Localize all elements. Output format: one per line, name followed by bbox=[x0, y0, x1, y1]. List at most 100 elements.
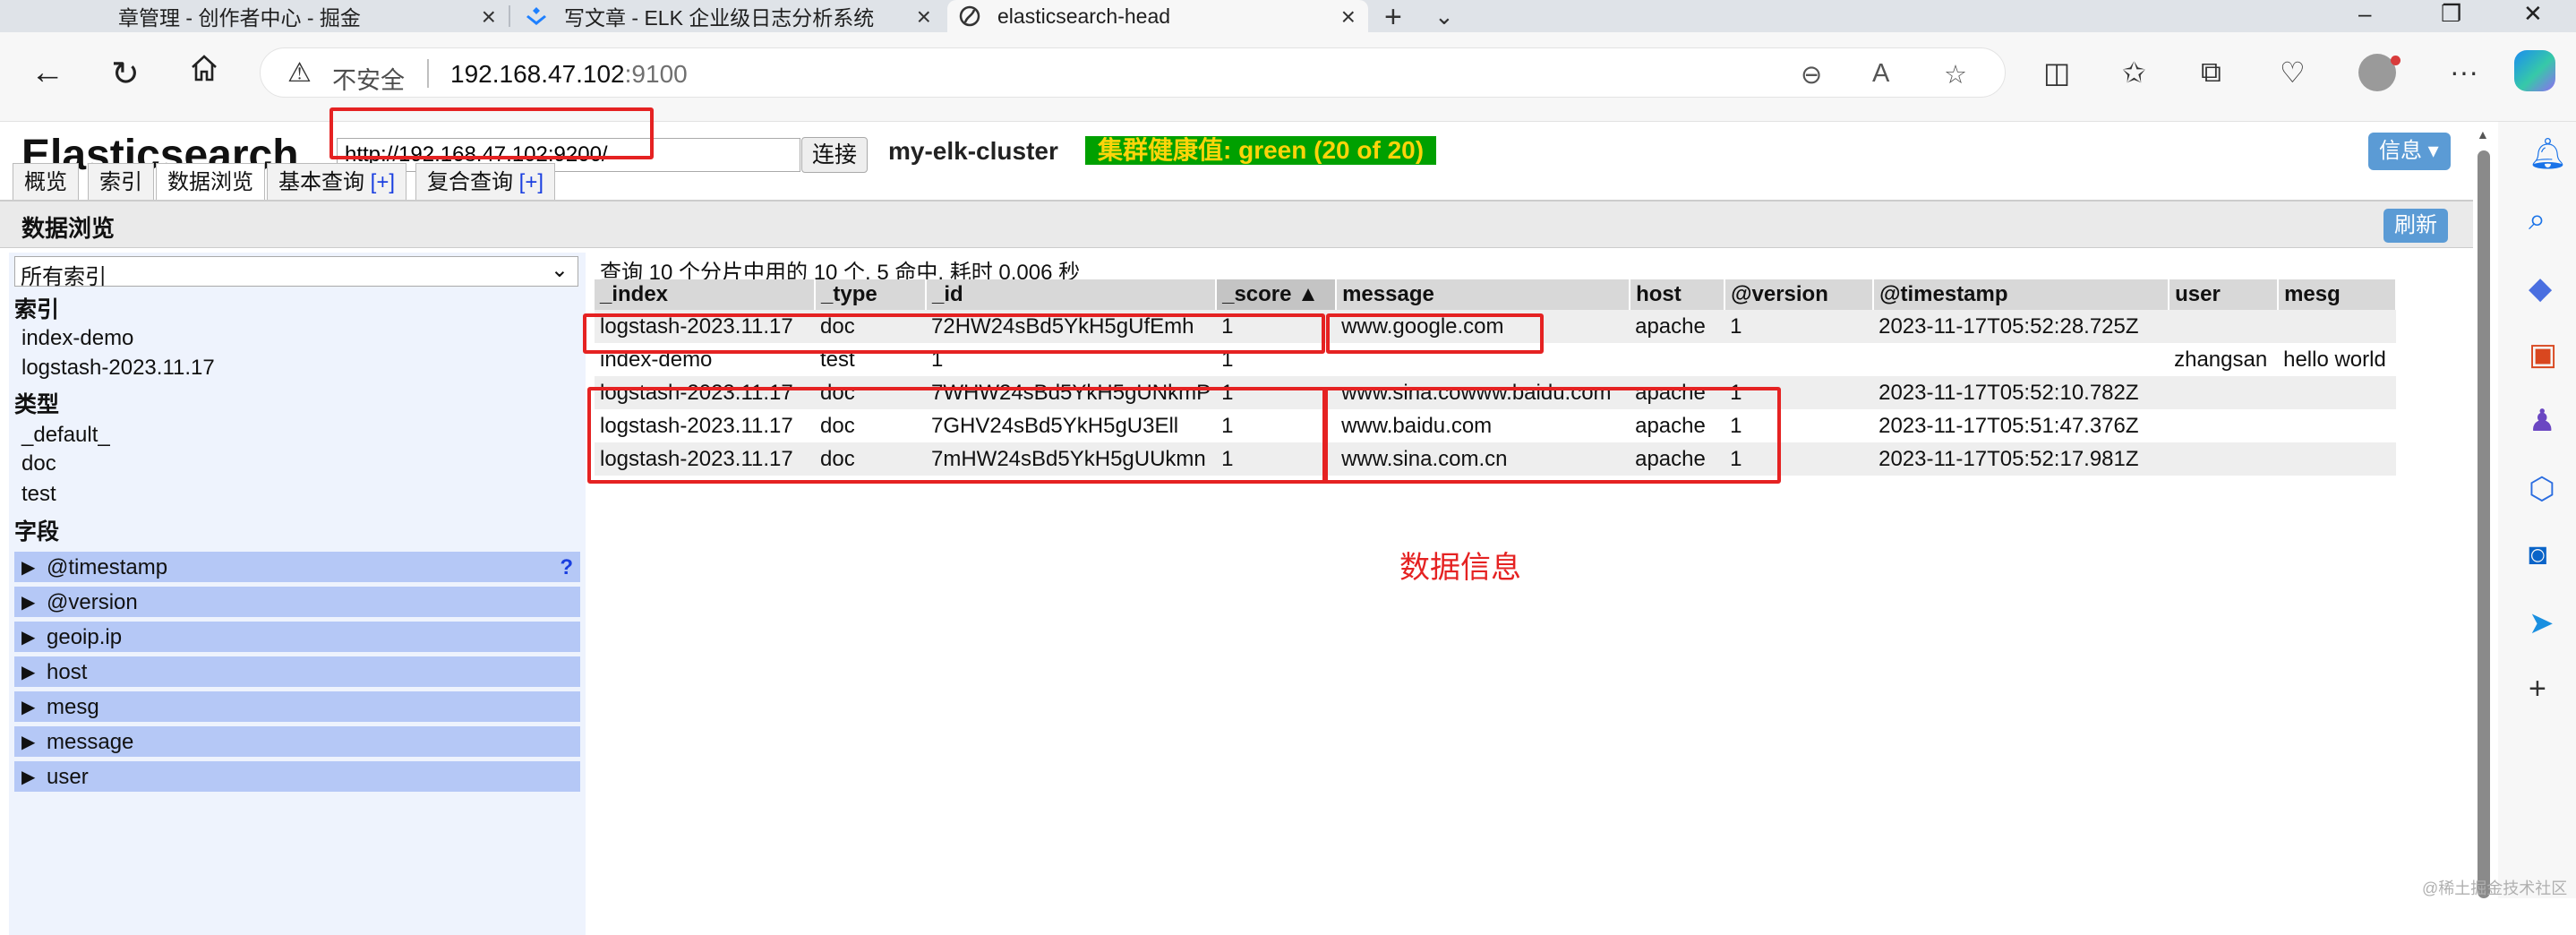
new-tab-icon[interactable]: + bbox=[1384, 0, 1402, 35]
column-header[interactable]: user bbox=[2169, 279, 2280, 310]
help-icon[interactable]: ? bbox=[560, 552, 573, 584]
address-bar[interactable]: ⚠ 不安全 192.168.47.102:9100 ⊖ A ☆ bbox=[260, 47, 2006, 98]
tab-basic-query[interactable]: 基本查询 [+] bbox=[267, 163, 407, 201]
add-icon[interactable]: + bbox=[2529, 672, 2546, 707]
tab-data-browser[interactable]: 数据浏览 bbox=[156, 163, 265, 201]
table-cell bbox=[1873, 343, 2169, 376]
browser-tab-elasticsearch-head[interactable]: elasticsearch-head × bbox=[947, 0, 1368, 32]
field-row-host[interactable]: ▶ host bbox=[14, 656, 580, 689]
field-name: message bbox=[47, 730, 134, 754]
table-cell bbox=[2278, 409, 2397, 442]
tab-overview[interactable]: 概览 bbox=[13, 163, 79, 201]
edge-sidebar: 🔔︎ ⌕ ◆ ▣ ♟ ⬡ ◙ ➤ + bbox=[2498, 122, 2576, 898]
field-row-user[interactable]: ▶ user bbox=[14, 761, 580, 793]
back-arrow-icon[interactable]: ← bbox=[30, 54, 64, 92]
field-name: user bbox=[47, 765, 89, 789]
close-window-icon[interactable]: ✕ bbox=[2523, 0, 2543, 28]
column-header[interactable]: _index bbox=[595, 279, 816, 310]
tab-indices[interactable]: 索引 bbox=[88, 163, 154, 201]
juejin-favicon-icon bbox=[525, 4, 548, 28]
tab-title: 写文章 - ELK 企业级日志分析系统 bbox=[564, 6, 875, 30]
index-select-value: 所有索引 bbox=[21, 265, 107, 289]
collections-icon[interactable]: ⧉ bbox=[2201, 56, 2221, 90]
toolbox-icon[interactable]: ▣ bbox=[2529, 337, 2557, 373]
copilot-icon[interactable] bbox=[2514, 50, 2555, 91]
tab-compound-query[interactable]: 复合查询 [+] bbox=[415, 163, 556, 201]
more-menu-icon[interactable]: ··· bbox=[2450, 56, 2478, 89]
tab-plus[interactable]: [+] bbox=[371, 170, 395, 194]
column-header[interactable]: mesg bbox=[2278, 279, 2398, 310]
tab-label: 索引 bbox=[99, 170, 142, 194]
tab-label: 复合查询 bbox=[427, 170, 513, 194]
table-cell: hello world bbox=[2278, 343, 2397, 376]
chevron-down-icon[interactable]: ⌄ bbox=[1434, 3, 1454, 30]
url-text[interactable]: 192.168.47.102:9100 bbox=[450, 60, 688, 89]
field-row-mesg[interactable]: ▶ mesg bbox=[14, 691, 580, 724]
table-cell bbox=[2169, 310, 2279, 343]
close-icon[interactable]: × bbox=[917, 3, 931, 31]
browser-essentials-icon[interactable]: ♡ bbox=[2280, 56, 2306, 90]
expand-triangle-icon: ▶ bbox=[21, 768, 36, 787]
reload-icon[interactable]: ↻ bbox=[111, 54, 140, 94]
favorite-star-icon[interactable]: ☆ bbox=[1944, 59, 1967, 90]
column-header[interactable]: @timestamp bbox=[1873, 279, 2170, 310]
browser-tab-bar: 章管理 - 创作者中心 - 掘金 × 写文章 - ELK 企业级日志分析系统 ×… bbox=[0, 0, 2576, 35]
column-header[interactable]: _score ▲ bbox=[1216, 279, 1338, 310]
column-header[interactable]: @version bbox=[1724, 279, 1875, 310]
scroll-thumb[interactable] bbox=[2478, 150, 2490, 898]
column-header[interactable]: host bbox=[1630, 279, 1726, 310]
microsoft-365-icon[interactable]: ⬡ bbox=[2529, 471, 2555, 507]
type-filter-item[interactable]: test bbox=[21, 482, 56, 507]
zoom-icon[interactable]: ⊖ bbox=[1801, 59, 1822, 90]
close-icon[interactable]: × bbox=[482, 3, 496, 31]
field-name: @timestamp bbox=[47, 555, 168, 579]
index-filter-item[interactable]: index-demo bbox=[21, 326, 133, 351]
cluster-health-badge: 集群健康值: green (20 of 20) bbox=[1085, 136, 1437, 165]
column-header[interactable]: message bbox=[1336, 279, 1631, 310]
table-cell: apache bbox=[1630, 310, 1725, 343]
index-filter-item[interactable]: logstash-2023.11.17 bbox=[21, 356, 215, 381]
close-icon[interactable]: × bbox=[1341, 3, 1356, 31]
table-cell bbox=[2169, 376, 2279, 409]
table-cell: 2023-11-17T05:52:10.782Z bbox=[1873, 376, 2169, 409]
type-filter-item[interactable]: doc bbox=[21, 451, 56, 476]
read-aloud-icon[interactable]: A bbox=[1872, 59, 1889, 89]
scroll-up-icon[interactable]: ▲ bbox=[2477, 127, 2489, 142]
refresh-button[interactable]: 刷新 bbox=[2383, 209, 2448, 243]
field-row-version[interactable]: ▶ @version bbox=[14, 587, 580, 619]
type-filter-item[interactable]: _default_ bbox=[21, 423, 110, 448]
bell-icon[interactable]: 🔔︎ bbox=[2529, 136, 2567, 172]
tab-plus[interactable]: [+] bbox=[519, 170, 543, 194]
info-dropdown-button[interactable]: 信息 ▾ bbox=[2368, 133, 2451, 170]
games-icon[interactable]: ♟ bbox=[2529, 403, 2555, 439]
indices-group-label: 索引 bbox=[14, 297, 60, 322]
annotation-box-row1-id bbox=[583, 313, 1325, 354]
browser-tab-juejin[interactable]: 章管理 - 创作者中心 - 掘金 × bbox=[107, 0, 510, 32]
shopping-tag-icon[interactable]: ◆ bbox=[2529, 270, 2552, 306]
url-host: 192.168.47.102 bbox=[450, 60, 625, 88]
field-row-geoip[interactable]: ▶ geoip.ip bbox=[14, 622, 580, 654]
table-cell bbox=[2278, 442, 2397, 476]
expand-triangle-icon: ▶ bbox=[21, 698, 36, 717]
connect-button[interactable]: 连接 bbox=[801, 137, 868, 173]
warning-triangle-icon[interactable]: ⚠ bbox=[287, 57, 312, 89]
expand-triangle-icon: ▶ bbox=[21, 663, 36, 682]
column-header[interactable]: _id bbox=[926, 279, 1218, 310]
minimize-icon[interactable]: – bbox=[2358, 0, 2371, 28]
field-row-timestamp[interactable]: ▶ @timestamp? bbox=[14, 552, 580, 584]
send-icon[interactable]: ➤ bbox=[2529, 605, 2555, 641]
outlook-icon[interactable]: ◙ bbox=[2529, 537, 2547, 572]
column-header[interactable]: _type bbox=[815, 279, 927, 310]
index-select[interactable]: 所有索引 ⌄ bbox=[14, 256, 578, 289]
favorites-icon[interactable]: ✩ bbox=[2122, 56, 2146, 90]
browser-tab-elk-article[interactable]: 写文章 - ELK 企业级日志分析系统 × bbox=[514, 0, 944, 32]
field-name: mesg bbox=[47, 695, 99, 719]
restore-icon[interactable]: ❐ bbox=[2441, 0, 2461, 28]
insecure-label[interactable]: 不安全 bbox=[332, 61, 405, 96]
home-icon[interactable] bbox=[188, 52, 220, 93]
field-row-message[interactable]: ▶ message bbox=[14, 726, 580, 759]
page-scrollbar[interactable]: ▲ bbox=[2473, 122, 2495, 898]
split-screen-icon[interactable]: ◫ bbox=[2043, 56, 2070, 90]
search-icon[interactable]: ⌕ bbox=[2529, 202, 2546, 237]
tab-label: 概览 bbox=[24, 170, 67, 194]
